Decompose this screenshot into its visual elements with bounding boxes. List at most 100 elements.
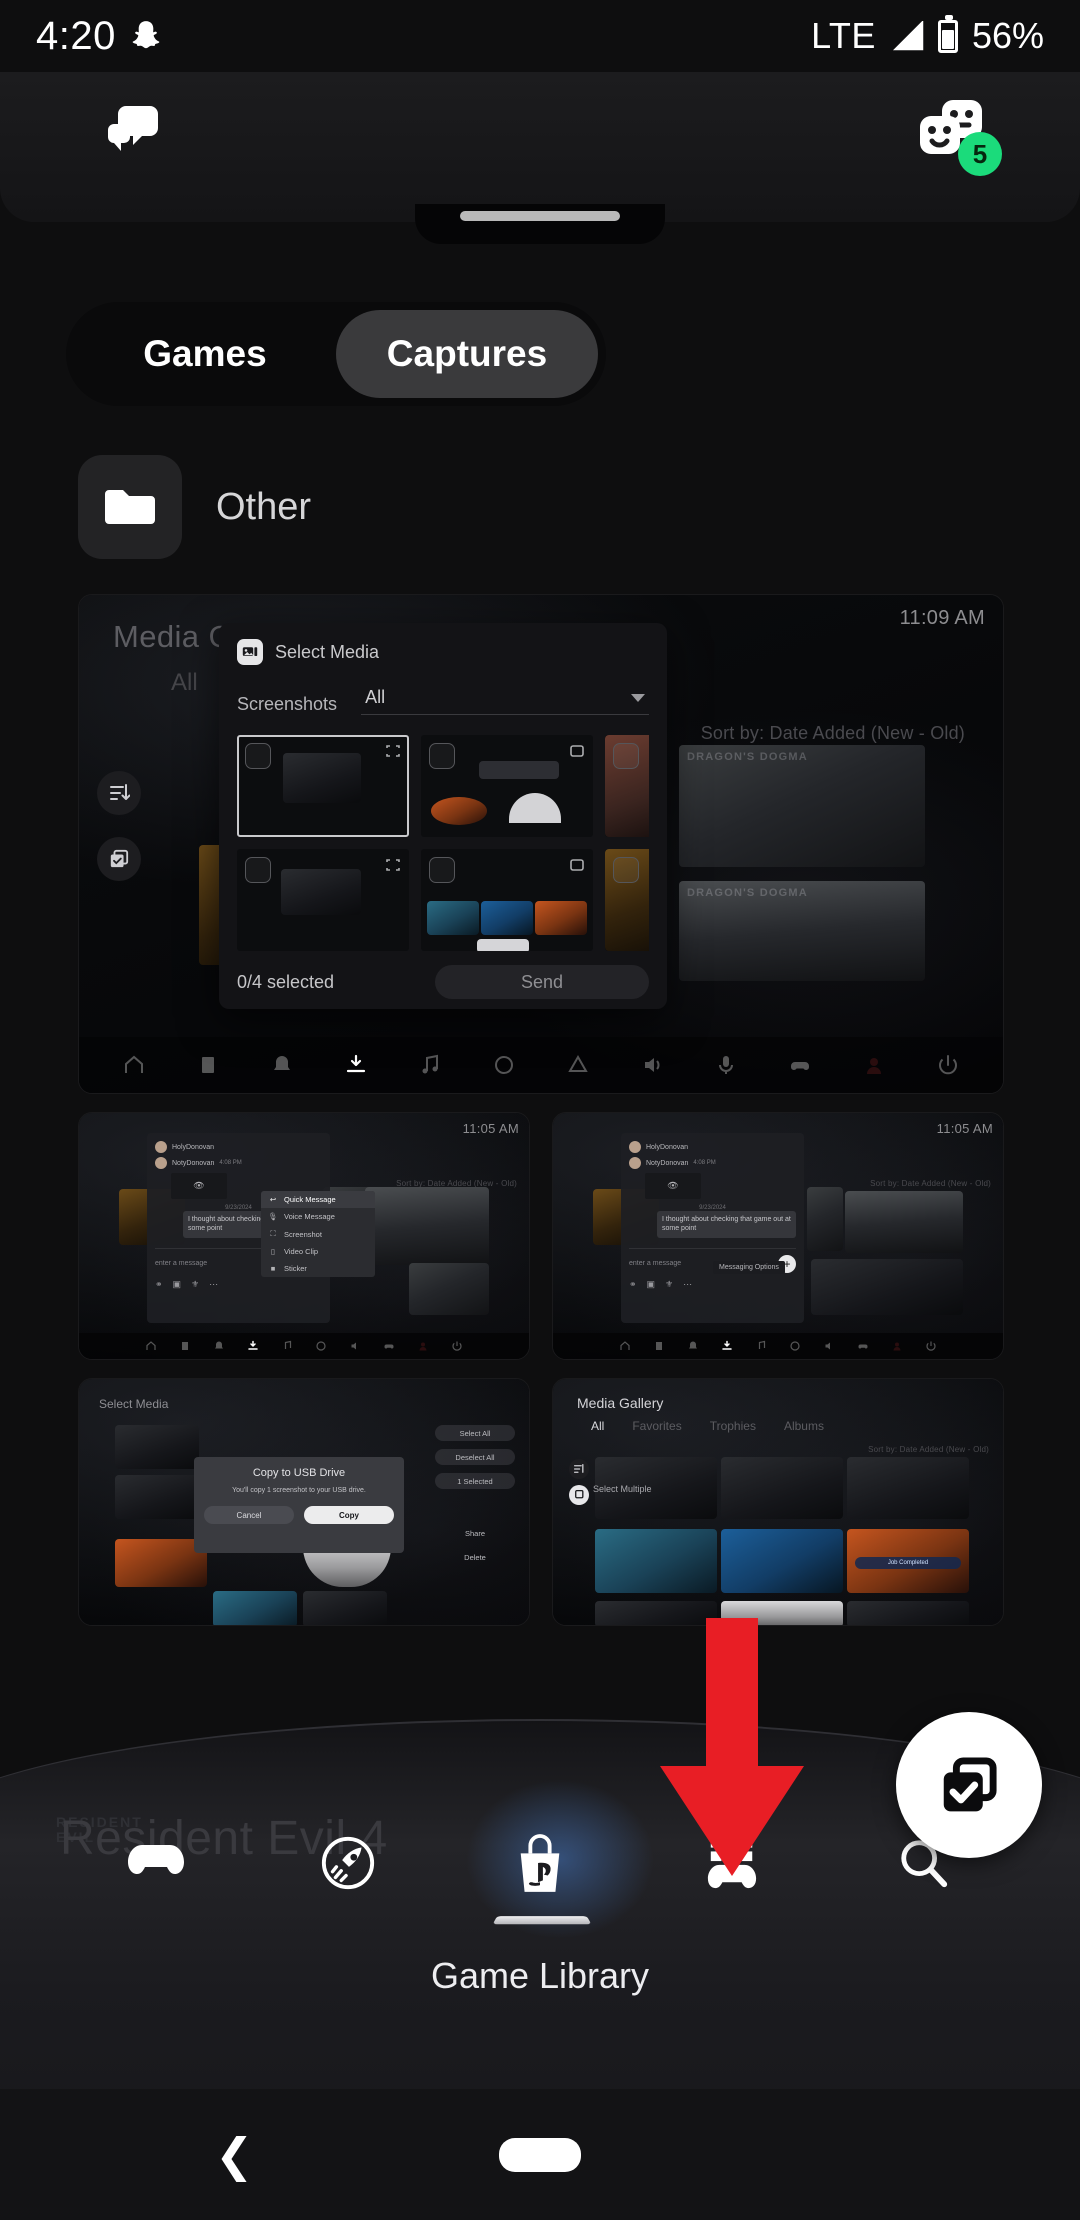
microphone-icon: 🎙	[268, 1212, 278, 1221]
menu-item-voice-message[interactable]: 🎙 Voice Message	[261, 1208, 375, 1225]
nav-item-explore[interactable]	[288, 1808, 408, 1918]
reply-icon: ↩	[269, 1195, 277, 1204]
music-icon	[281, 1340, 293, 1352]
dialog-title: Select Media	[275, 641, 380, 662]
gallery-tabs[interactable]: All Favorites Trophies Albums	[591, 1419, 824, 1433]
menu-item-label: Quick Message	[284, 1195, 336, 1204]
bg-side-rail	[97, 771, 141, 881]
capture-card-featured[interactable]: Media Gallery All Sort by: Date Added (N…	[78, 594, 1004, 1094]
media-thumbnail[interactable]	[237, 849, 409, 951]
media-thumbnail[interactable]	[605, 735, 649, 837]
capture-card-chat-tooltip[interactable]: Sort by: Date Added (New - Old) 11:05 AM…	[552, 1112, 1004, 1360]
power-icon	[925, 1340, 937, 1352]
media-thumbnail[interactable]	[237, 735, 409, 837]
gallery-tab-favorites[interactable]: Favorites	[632, 1419, 681, 1433]
folder-icon[interactable]	[78, 455, 182, 559]
chat-input-placeholder: enter a message	[155, 1260, 208, 1268]
party-icon: ⚜	[665, 1278, 674, 1289]
thumb-column	[421, 735, 593, 951]
headset-icon: ⚭	[155, 1278, 163, 1289]
filter-dropdown[interactable]: All	[361, 687, 649, 715]
drag-handle[interactable]	[460, 211, 620, 221]
bg-media-gallery-title: Media Gallery	[577, 1395, 664, 1411]
menu-item-deselect-all[interactable]: Deselect All	[435, 1449, 515, 1465]
game-watermark: DRAGON'S DOGMA	[687, 751, 808, 763]
home-icon	[619, 1340, 631, 1352]
menu-item-selected-count[interactable]: 1 Selected	[435, 1473, 515, 1489]
menu-item-select-all[interactable]: Select All	[435, 1425, 515, 1441]
thumbnail-chip	[429, 743, 455, 769]
home-pill-icon[interactable]	[499, 2137, 581, 2172]
music-icon	[418, 1053, 442, 1077]
avatar	[155, 1141, 167, 1153]
chat-bubbles-icon[interactable]	[104, 104, 160, 156]
chat-timestamp: 4:08 PM	[219, 1160, 242, 1166]
cancel-button[interactable]: Cancel	[204, 1506, 294, 1524]
chat-username: HolyDonovan	[646, 1143, 689, 1151]
controller-icon	[788, 1053, 812, 1077]
capture-card-copy-usb[interactable]: Select Media Select All Deselect All 1 S…	[78, 1378, 530, 1626]
capture-card-chat-menu[interactable]: Sort by: Date Added (New - Old) 11:05 AM…	[78, 1112, 530, 1360]
gallery-tab-albums[interactable]: Albums	[784, 1419, 824, 1433]
battery-icon	[937, 14, 958, 53]
screenshot-icon	[385, 857, 401, 873]
captures-grid: Media Gallery All Sort by: Date Added (N…	[78, 594, 1004, 1644]
tab-captures[interactable]: Captures	[336, 310, 598, 398]
menu-item-share[interactable]: Share	[435, 1525, 515, 1541]
friends-count-badge: 5	[958, 132, 1002, 176]
dialog-thumbnail-grid[interactable]	[237, 735, 649, 951]
dialog-filter-row[interactable]: Screenshots All	[237, 687, 649, 723]
controller-icon	[383, 1340, 395, 1352]
menu-item-label: Sticker	[284, 1264, 307, 1273]
send-button[interactable]: Send	[435, 965, 649, 999]
video-clip-icon	[569, 743, 585, 759]
screenshot-icon: ⛶	[270, 1229, 276, 1238]
chat-username: NotyDonovan	[646, 1159, 689, 1167]
media-thumbnail[interactable]	[421, 849, 593, 951]
profile-icon	[862, 1053, 886, 1077]
menu-item-label: Video Clip	[284, 1247, 319, 1256]
dialog-body: You'll copy 1 screenshot to your USB dri…	[232, 1487, 366, 1494]
messaging-options-menu[interactable]: ↩ Quick Message 🎙 Voice Message ⛶ Screen…	[261, 1191, 375, 1277]
nav-item-store[interactable]	[480, 1808, 600, 1918]
thumbnail-chip	[613, 857, 639, 883]
chat-user-line: NotyDonovan 4:08 PM	[155, 1157, 322, 1169]
folder-filter-row[interactable]: Other	[78, 455, 311, 559]
menu-item-video-clip[interactable]: ▯ Video Clip	[261, 1243, 375, 1260]
ps-control-center-taskbar	[79, 1037, 1003, 1093]
app-top-bar: 5	[0, 72, 1080, 222]
copy-button[interactable]: Copy	[304, 1506, 394, 1524]
sound-icon	[823, 1340, 835, 1352]
bg-media-gallery-subtitle: All	[171, 669, 198, 696]
gallery-tab-trophies[interactable]: Trophies	[710, 1419, 756, 1433]
active-tab-indicator	[492, 1916, 592, 1925]
select-multiple-fab[interactable]	[896, 1712, 1042, 1858]
menu-item-delete[interactable]: Delete	[435, 1549, 515, 1565]
dialog-header: Select Media	[237, 639, 649, 665]
captures-games-segmented-control[interactable]: Games Captures	[66, 302, 606, 406]
messaging-options-tooltip: Messaging Options	[713, 1261, 785, 1274]
sound-icon	[349, 1340, 361, 1352]
video-icon: ▣	[172, 1278, 182, 1289]
side-menu[interactable]: Select All Deselect All 1 Selected Share…	[435, 1425, 515, 1565]
menu-item-sticker[interactable]: ■ Sticker	[261, 1260, 375, 1277]
nav-item-play[interactable]	[96, 1808, 216, 1918]
back-chevron-icon[interactable]: ❮	[215, 2132, 254, 2178]
friends-faces-icon[interactable]: 5	[918, 98, 1002, 176]
media-thumbnail[interactable]	[421, 735, 593, 837]
tab-games[interactable]: Games	[74, 310, 336, 398]
capture-card-media-gallery[interactable]: Media Gallery All Favorites Trophies Alb…	[552, 1378, 1004, 1626]
media-thumbnail[interactable]	[605, 849, 649, 951]
status-bar: 4:20 LTE 56%	[0, 0, 1080, 72]
chat-timestamp: 4:08 PM	[693, 1160, 716, 1166]
select-multiple-icon	[97, 837, 141, 881]
gallery-tab-all[interactable]: All	[591, 1419, 604, 1433]
android-navigation-bar: ❮	[0, 2089, 1080, 2220]
explore-rocket-icon	[319, 1834, 377, 1892]
downloads-icon	[344, 1053, 368, 1077]
menu-item-screenshot[interactable]: ⛶ Screenshot	[261, 1225, 375, 1243]
filter-value: All	[365, 687, 386, 707]
menu-item-quick-message[interactable]: ↩ Quick Message	[261, 1191, 375, 1208]
select-multiple-tooltip: Select Multiple	[593, 1484, 652, 1494]
capture-timestamp: 11:05 AM	[936, 1121, 993, 1136]
